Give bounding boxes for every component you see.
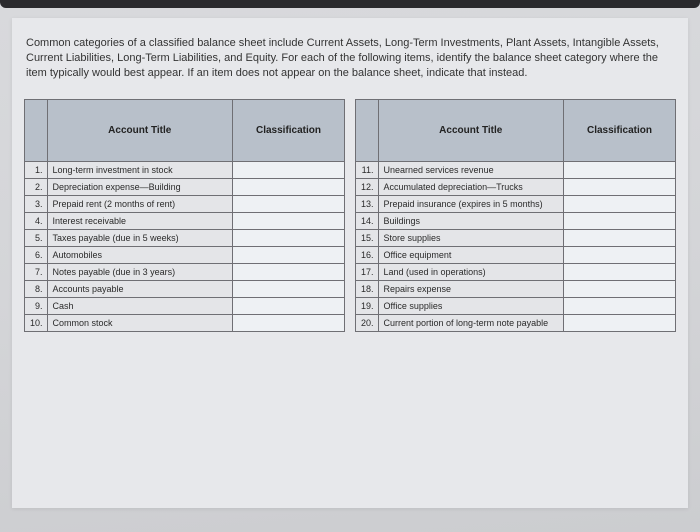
row-title: Unearned services revenue xyxy=(378,161,563,178)
right-account-title-header: Account Title xyxy=(378,99,563,161)
row-title: Current portion of long-term note payabl… xyxy=(378,314,563,331)
row-num: 17. xyxy=(356,263,379,280)
left-table: Account Title Classification 1.Long-term… xyxy=(24,99,345,332)
classification-cell[interactable] xyxy=(233,212,345,229)
row-title: Automobiles xyxy=(47,246,232,263)
row-num: 13. xyxy=(356,195,379,212)
classification-cell[interactable] xyxy=(564,314,676,331)
classification-cell[interactable] xyxy=(233,161,345,178)
table-row: 20.Current portion of long-term note pay… xyxy=(356,314,676,331)
row-title: Depreciation expense—Building xyxy=(47,178,232,195)
classification-cell[interactable] xyxy=(233,314,345,331)
row-title: Accounts payable xyxy=(47,280,232,297)
row-num: 9. xyxy=(25,297,48,314)
classification-cell[interactable] xyxy=(233,263,345,280)
row-title: Interest receivable xyxy=(47,212,232,229)
row-num: 16. xyxy=(356,246,379,263)
table-row: 11.Unearned services revenue xyxy=(356,161,676,178)
row-title: Office supplies xyxy=(378,297,563,314)
table-row: 5.Taxes payable (due in 5 weeks) xyxy=(25,229,345,246)
left-table-body: 1.Long-term investment in stock 2.Deprec… xyxy=(25,161,345,331)
row-num: 8. xyxy=(25,280,48,297)
row-title: Prepaid insurance (expires in 5 months) xyxy=(378,195,563,212)
table-row: 7.Notes payable (due in 3 years) xyxy=(25,263,345,280)
row-num: 10. xyxy=(25,314,48,331)
table-row: 19.Office supplies xyxy=(356,297,676,314)
row-num: 2. xyxy=(25,178,48,195)
classification-cell[interactable] xyxy=(233,229,345,246)
row-title: Taxes payable (due in 5 weeks) xyxy=(47,229,232,246)
row-num: 19. xyxy=(356,297,379,314)
row-num: 12. xyxy=(356,178,379,195)
row-title: Notes payable (due in 3 years) xyxy=(47,263,232,280)
table-row: 17.Land (used in operations) xyxy=(356,263,676,280)
right-table: Account Title Classification 11.Unearned… xyxy=(355,99,676,332)
table-row: 13.Prepaid insurance (expires in 5 month… xyxy=(356,195,676,212)
right-table-wrap: Account Title Classification 11.Unearned… xyxy=(355,99,676,332)
row-num: 15. xyxy=(356,229,379,246)
table-row: 12.Accumulated depreciation—Trucks xyxy=(356,178,676,195)
table-row: 9.Cash xyxy=(25,297,345,314)
classification-cell[interactable] xyxy=(564,195,676,212)
left-num-header xyxy=(25,99,48,161)
classification-cell[interactable] xyxy=(564,229,676,246)
table-row: 4.Interest receivable xyxy=(25,212,345,229)
table-row: 14.Buildings xyxy=(356,212,676,229)
right-header-row: Account Title Classification xyxy=(356,99,676,161)
row-title: Cash xyxy=(47,297,232,314)
worksheet-page: Common categories of a classified balanc… xyxy=(12,18,688,508)
classification-cell[interactable] xyxy=(233,297,345,314)
classification-cell[interactable] xyxy=(233,280,345,297)
row-num: 4. xyxy=(25,212,48,229)
classification-cell[interactable] xyxy=(564,178,676,195)
row-num: 6. xyxy=(25,246,48,263)
classification-cell[interactable] xyxy=(564,212,676,229)
classification-cell[interactable] xyxy=(233,246,345,263)
table-row: 8.Accounts payable xyxy=(25,280,345,297)
instructions-text: Common categories of a classified balanc… xyxy=(24,36,676,81)
classification-cell[interactable] xyxy=(564,161,676,178)
row-num: 14. xyxy=(356,212,379,229)
row-title: Land (used in operations) xyxy=(378,263,563,280)
classification-cell[interactable] xyxy=(233,178,345,195)
table-row: 6.Automobiles xyxy=(25,246,345,263)
table-row: 18.Repairs expense xyxy=(356,280,676,297)
classification-cell[interactable] xyxy=(564,280,676,297)
row-title: Long-term investment in stock xyxy=(47,161,232,178)
row-title: Repairs expense xyxy=(378,280,563,297)
left-classification-header: Classification xyxy=(233,99,345,161)
left-account-title-header: Account Title xyxy=(47,99,232,161)
classification-cell[interactable] xyxy=(564,297,676,314)
row-title: Office equipment xyxy=(378,246,563,263)
left-header-row: Account Title Classification xyxy=(25,99,345,161)
tables-container: Account Title Classification 1.Long-term… xyxy=(24,99,676,332)
right-classification-header: Classification xyxy=(564,99,676,161)
table-row: 2.Depreciation expense—Building xyxy=(25,178,345,195)
right-num-header xyxy=(356,99,379,161)
row-num: 11. xyxy=(356,161,379,178)
row-num: 1. xyxy=(25,161,48,178)
left-table-wrap: Account Title Classification 1.Long-term… xyxy=(24,99,345,332)
row-title: Accumulated depreciation—Trucks xyxy=(378,178,563,195)
classification-cell[interactable] xyxy=(564,246,676,263)
row-num: 7. xyxy=(25,263,48,280)
table-row: 15.Store supplies xyxy=(356,229,676,246)
row-num: 5. xyxy=(25,229,48,246)
row-num: 3. xyxy=(25,195,48,212)
row-title: Prepaid rent (2 months of rent) xyxy=(47,195,232,212)
row-title: Buildings xyxy=(378,212,563,229)
table-row: 16.Office equipment xyxy=(356,246,676,263)
row-title: Store supplies xyxy=(378,229,563,246)
table-row: 1.Long-term investment in stock xyxy=(25,161,345,178)
row-title: Common stock xyxy=(47,314,232,331)
row-num: 18. xyxy=(356,280,379,297)
table-row: 3.Prepaid rent (2 months of rent) xyxy=(25,195,345,212)
right-table-body: 11.Unearned services revenue 12.Accumula… xyxy=(356,161,676,331)
row-num: 20. xyxy=(356,314,379,331)
classification-cell[interactable] xyxy=(564,263,676,280)
classification-cell[interactable] xyxy=(233,195,345,212)
table-row: 10.Common stock xyxy=(25,314,345,331)
